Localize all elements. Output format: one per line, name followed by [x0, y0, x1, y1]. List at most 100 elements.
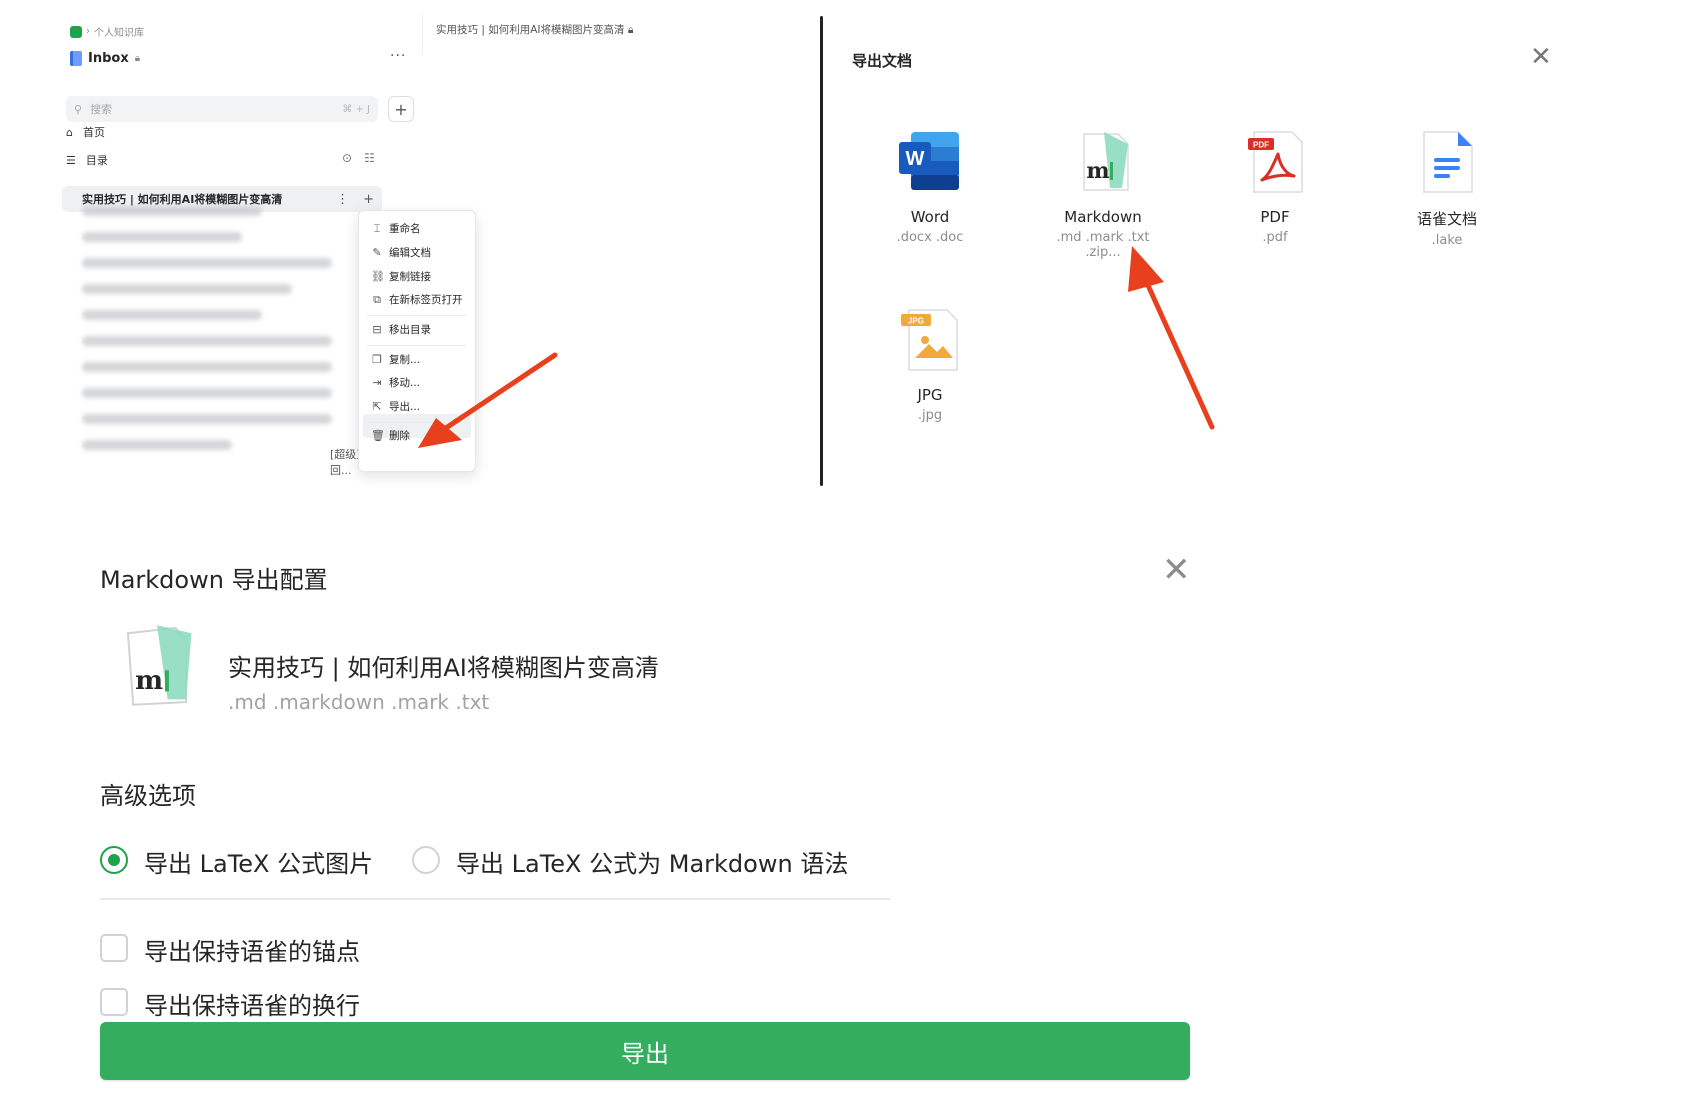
menu-item-label: 复制...	[389, 354, 421, 366]
menu-item-label: 移动...	[389, 377, 421, 389]
pdf-icon: PDF	[1242, 128, 1308, 196]
menu-separator	[367, 422, 467, 423]
menu-item-edit[interactable]: ✎ 编辑文档	[371, 245, 431, 260]
context-menu: ⌶ 重命名 ✎ 编辑文档 ⛓ 复制链接 ⧉ 在新标签页打开 ⊟ 移出目录 ❐ 复制... ⇥…	[358, 210, 476, 472]
close-icon[interactable]: ✕	[1162, 550, 1191, 590]
add-button[interactable]: +	[388, 96, 414, 122]
remove-toc-icon: ⊟	[372, 323, 382, 336]
markdown-config-dialog: Markdown 导出配置 ✕ m 实用技巧 | 如何利用AI将模糊图片变高清 …	[80, 540, 1200, 1100]
format-name: JPG	[917, 386, 943, 404]
format-name: Word	[910, 208, 950, 226]
menu-item-rename[interactable]: ⌶ 重命名	[371, 221, 421, 236]
move-icon: ⇥	[372, 376, 382, 389]
advanced-options-label: 高级选项	[100, 782, 196, 810]
sidebar-item-home[interactable]: ⌂ 首页	[66, 124, 105, 140]
export-format-word[interactable]: W Word .docx .doc	[865, 128, 995, 245]
menu-item-export[interactable]: ⇱ 导出...	[371, 399, 420, 414]
search-shortcut: ⌘ + J	[342, 103, 370, 115]
close-icon[interactable]: ✕	[1530, 42, 1552, 72]
jpg-icon: JPG	[897, 306, 963, 374]
menu-item-move[interactable]: ⇥ 移动...	[371, 375, 420, 390]
checkbox-keep-anchor-label[interactable]: 导出保持语雀的锚点	[144, 932, 360, 967]
menu-separator	[367, 345, 467, 346]
menu-item-remove-from-toc[interactable]: ⊟ 移出目录	[371, 322, 431, 337]
svg-text:m: m	[135, 665, 163, 696]
locate-icon[interactable]: ⊙	[342, 151, 352, 165]
svg-text:PDF: PDF	[1253, 141, 1269, 150]
markdown-icon: m	[116, 620, 206, 714]
add-child-icon[interactable]: +	[363, 192, 374, 207]
more-vertical-icon[interactable]: ⋮	[336, 192, 349, 207]
menu-item-open-new-tab[interactable]: ⧉ 在新标签页打开	[371, 292, 463, 307]
doc-tree-item[interactable]	[82, 206, 262, 216]
library-header[interactable]: Inbox 🔒︎	[70, 51, 140, 66]
search-placeholder: 搜索	[90, 103, 113, 116]
toc-tools: ⊙ ☷	[342, 151, 375, 165]
menu-item-label: 编辑文档	[389, 247, 431, 259]
menu-separator	[367, 315, 467, 316]
export-dialog: 导出文档 ✕ W Word .docx .doc m Markdown .md …	[820, 16, 1580, 486]
menu-item-label: 重命名	[389, 223, 421, 235]
menu-item-label: 导出...	[389, 401, 421, 413]
list-icon[interactable]: ☷	[364, 151, 375, 165]
menu-item-label: 在新标签页打开	[389, 294, 463, 306]
format-ext: .jpg	[917, 408, 943, 423]
doc-tree-item[interactable]	[82, 336, 332, 346]
checkbox-keep-linebreak[interactable]	[100, 988, 128, 1016]
menu-item-delete[interactable]: 🗑︎ 删除	[371, 428, 410, 443]
doc-tree-item[interactable]	[82, 440, 232, 450]
yuque-logo-icon	[70, 25, 82, 38]
radio-latex-image[interactable]	[100, 846, 128, 874]
export-format-jpg[interactable]: JPG JPG .jpg	[865, 306, 995, 423]
library-title[interactable]: Inbox	[88, 51, 129, 66]
doc-tree-item[interactable]	[82, 414, 332, 424]
checkbox-keep-anchor[interactable]	[100, 934, 128, 962]
dialog-edge	[820, 16, 823, 486]
toc-icon: ☰	[66, 153, 76, 167]
format-name: Markdown	[1064, 208, 1142, 226]
menu-item-label: 复制链接	[389, 271, 431, 283]
radio-latex-image-label[interactable]: 导出 LaTeX 公式图片	[144, 844, 373, 879]
pencil-icon: ✎	[372, 246, 382, 259]
menu-item-copy[interactable]: ❐ 复制...	[371, 352, 420, 367]
format-ext: .lake	[1431, 233, 1463, 248]
export-format-markdown[interactable]: m Markdown .md .mark .txt .zip...	[1038, 128, 1168, 260]
radio-latex-markdown[interactable]	[412, 846, 440, 874]
menu-item-copy-link[interactable]: ⛓ 复制链接	[371, 269, 431, 284]
doc-tree-item[interactable]	[82, 232, 242, 242]
doc-tree-item[interactable]	[82, 388, 332, 398]
export-icon: ⇱	[372, 400, 382, 413]
new-tab-icon: ⧉	[373, 292, 381, 306]
sidebar-item-toc[interactable]: ☰ 目录	[66, 152, 108, 168]
doc-tree-item[interactable]	[82, 362, 332, 372]
document-title-text: 实用技巧 | 如何利用AI将模糊图片变高清	[436, 24, 625, 36]
doc-tree-item[interactable]	[82, 310, 262, 320]
chevron-right-icon: ›	[86, 26, 90, 37]
doc-ext: .md .markdown .mark .txt	[228, 690, 490, 714]
breadcrumb[interactable]: › 个人知识库	[70, 24, 144, 39]
copy-icon: ❐	[372, 353, 382, 366]
sidebar-item-label: 目录	[85, 154, 108, 167]
sidebar-panel: › 个人知识库 Inbox 🔒︎ ··· ⚲ 搜索 ⌘ + J + ⌂ 首页 ☰…	[60, 14, 414, 484]
markdown-icon: m	[1070, 128, 1136, 196]
more-options-icon[interactable]: ···	[390, 48, 406, 64]
svg-text:JPG: JPG	[908, 317, 924, 326]
dialog-title: Markdown 导出配置	[100, 566, 328, 594]
breadcrumb-library[interactable]: 个人知识库	[94, 24, 144, 39]
search-input[interactable]: ⚲ 搜索 ⌘ + J	[66, 96, 378, 122]
doc-tree-item[interactable]	[82, 284, 292, 294]
home-icon: ⌂	[66, 125, 73, 139]
export-format-lake[interactable]: 语雀文档 .lake	[1382, 128, 1512, 248]
search-icon: ⚲	[74, 102, 83, 116]
radio-latex-markdown-label[interactable]: 导出 LaTeX 公式为 Markdown 语法	[456, 844, 848, 879]
annotation-arrow	[1128, 246, 1215, 430]
menu-item-label: 移出目录	[389, 324, 431, 336]
doc-name: 实用技巧 | 如何利用AI将模糊图片变高清	[228, 654, 659, 682]
doc-tree-item-label: 实用技巧 | 如何利用AI将模糊图片变高清	[82, 193, 283, 206]
doc-tree-item[interactable]	[82, 258, 332, 268]
export-button[interactable]: 导出	[100, 1022, 1190, 1080]
export-format-pdf[interactable]: PDF PDF .pdf	[1210, 128, 1340, 245]
dialog-title: 导出文档	[852, 52, 913, 70]
trash-icon: 🗑︎	[371, 429, 385, 442]
checkbox-keep-linebreak-label[interactable]: 导出保持语雀的换行	[144, 986, 360, 1021]
